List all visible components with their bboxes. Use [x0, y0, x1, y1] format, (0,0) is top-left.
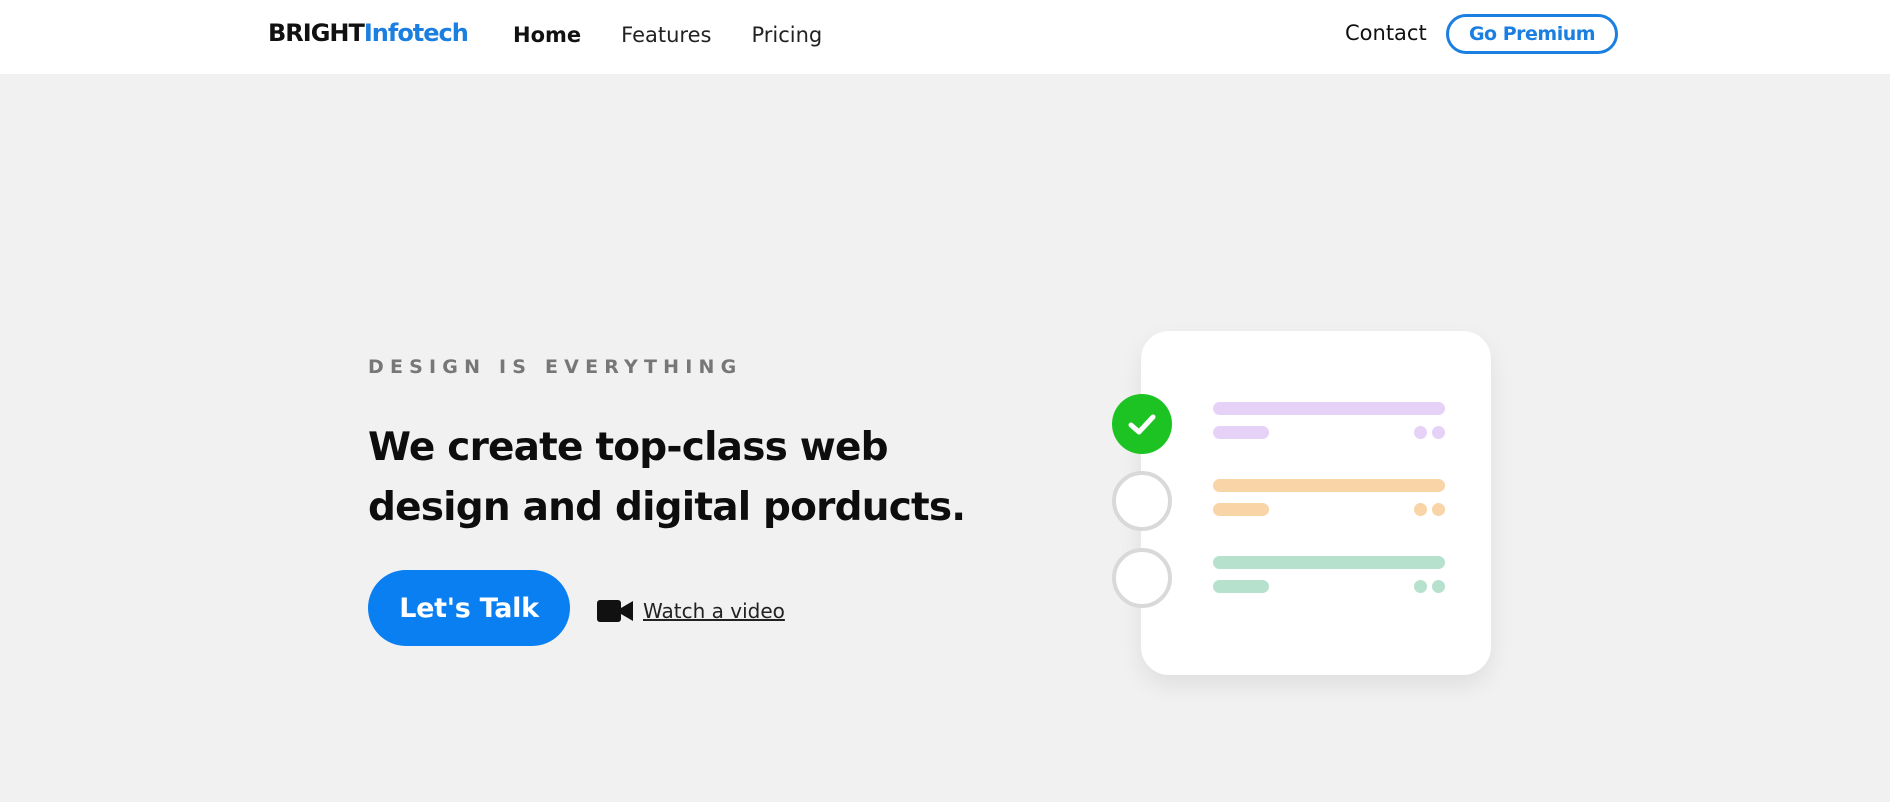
- checklist-item-1-checked-icon: [1112, 394, 1172, 454]
- video-camera-icon: [597, 600, 633, 622]
- watch-video-label: Watch a video: [643, 599, 785, 623]
- checklist-item-2-empty-circle: [1112, 471, 1172, 531]
- checklist-item-2-subtitle-bar: [1213, 503, 1269, 516]
- checklist-item-2-title-bar: [1213, 479, 1445, 492]
- brand-name-part2: Infotech: [363, 19, 469, 47]
- hero-headline: We create top-class web design and digit…: [368, 425, 966, 530]
- checklist-item-2-dot: [1414, 503, 1427, 516]
- checklist-item-3-dot: [1414, 580, 1427, 593]
- checklist-item-1-dot: [1432, 426, 1445, 439]
- lets-talk-button[interactable]: Let's Talk: [368, 570, 570, 646]
- watch-video-link[interactable]: Watch a video: [597, 598, 785, 624]
- go-premium-button[interactable]: Go Premium: [1446, 14, 1618, 54]
- brand-logo[interactable]: BRIGHTInfotech: [268, 19, 469, 47]
- top-navbar: BRIGHTInfotech Home Features Pricing Con…: [0, 0, 1890, 74]
- checklist-item-3-subtitle-bar: [1213, 580, 1269, 593]
- checklist-item-1-title-bar: [1213, 402, 1445, 415]
- brand-name-part1: BRIGHT: [268, 19, 365, 47]
- checklist-item-1-dot: [1414, 426, 1427, 439]
- checklist-item-3-empty-circle: [1112, 548, 1172, 608]
- hero-eyebrow: DESIGN IS EVERYTHING: [368, 356, 743, 378]
- nav-link-contact[interactable]: Contact: [1345, 21, 1427, 45]
- nav-link-home[interactable]: Home: [513, 23, 581, 47]
- checklist-item-3-title-bar: [1213, 556, 1445, 569]
- checklist-item-3-dot: [1432, 580, 1445, 593]
- main-nav: Home Features Pricing: [513, 0, 862, 70]
- nav-link-pricing[interactable]: Pricing: [751, 23, 822, 47]
- checklist-item-1-subtitle-bar: [1213, 426, 1269, 439]
- checklist-item-2-dot: [1432, 503, 1445, 516]
- nav-link-features[interactable]: Features: [621, 23, 711, 47]
- checkmark-icon: [1128, 414, 1156, 435]
